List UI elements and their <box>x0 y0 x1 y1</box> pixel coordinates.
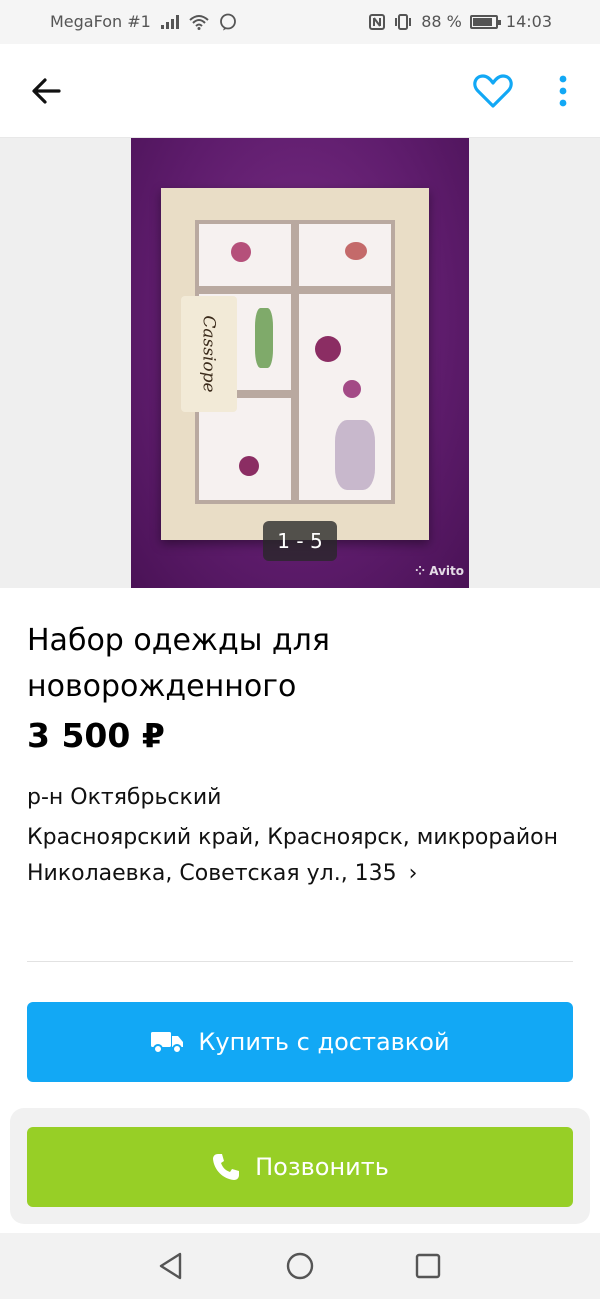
signal-icon <box>160 14 179 29</box>
chevron-right-icon: › <box>408 861 418 886</box>
gift-box: Cassiope <box>161 188 429 540</box>
status-right: 88 % 14:03 <box>369 12 552 31</box>
buy-with-delivery-button[interactable]: Купить с доставкой <box>27 1002 573 1082</box>
listing-address[interactable]: Красноярский край, Красноярск, микрорайо… <box>27 820 567 892</box>
status-bar: MegaFon #1 88 % 14:03 <box>0 0 600 44</box>
photo-counter: 1 - 5 <box>263 521 337 561</box>
carrier-name: MegaFon #1 <box>50 12 151 31</box>
square-recent-icon[interactable] <box>413 1251 443 1281</box>
battery-icon <box>469 14 501 29</box>
circle-home-icon[interactable] <box>285 1251 315 1281</box>
brand-tag: Cassiope <box>181 296 237 412</box>
nfc-icon <box>369 13 386 30</box>
battery-percent: 88 % <box>421 12 462 31</box>
delivery-label: Купить с доставкой <box>198 1028 450 1056</box>
call-label: Позвонить <box>255 1153 389 1181</box>
truck-icon <box>151 1032 184 1054</box>
status-left: MegaFon #1 <box>50 12 237 31</box>
photo-gallery[interactable]: Cassiope 1 - 5 ⁘ Avito <box>0 138 600 588</box>
arrow-left-icon[interactable] <box>26 71 66 111</box>
listing-district: р-н Октябрьский <box>27 785 222 810</box>
avito-logo-icon: ⁘ <box>415 564 426 578</box>
divider <box>27 961 573 962</box>
vertical-dots-icon[interactable] <box>548 71 578 111</box>
viber-icon <box>219 13 236 30</box>
wifi-icon <box>189 14 209 30</box>
phone-icon <box>213 1154 240 1180</box>
triangle-back-icon[interactable] <box>156 1251 186 1281</box>
app-bar <box>0 44 600 138</box>
vibrate-icon <box>395 13 412 30</box>
watermark: ⁘ Avito <box>415 564 465 578</box>
call-button[interactable]: Позвонить <box>27 1127 573 1207</box>
listing-title: Набор одежды для новорожденного <box>27 623 330 704</box>
address-text: Красноярский край, Красноярск, микрорайо… <box>27 825 558 886</box>
heart-outline-icon[interactable] <box>470 71 516 111</box>
clock: 14:03 <box>505 12 552 31</box>
system-nav-bar <box>0 1233 600 1299</box>
listing-price: 3 500 ₽ <box>27 716 165 755</box>
